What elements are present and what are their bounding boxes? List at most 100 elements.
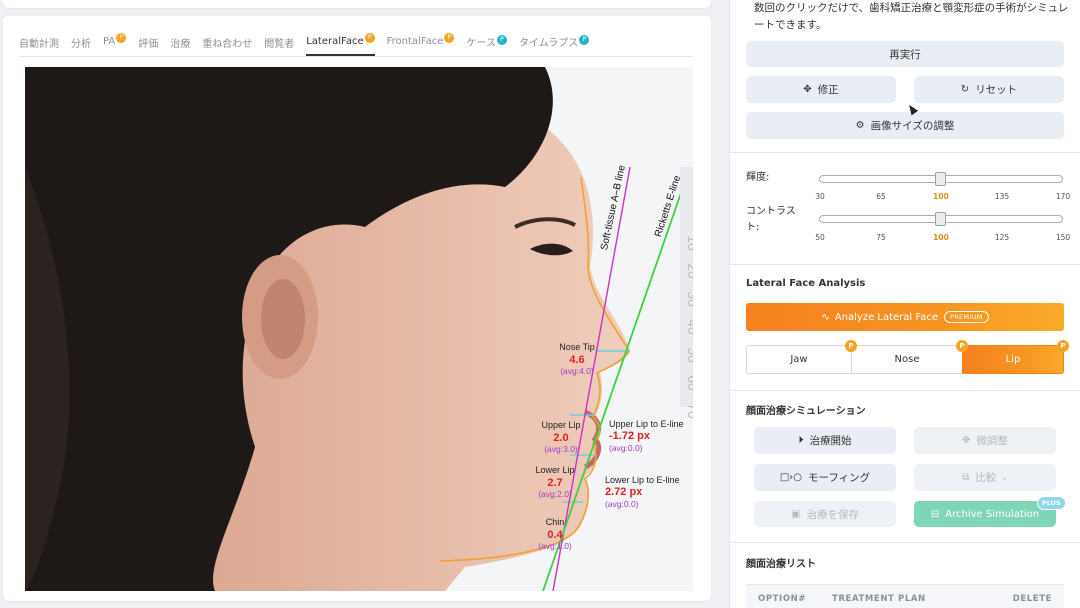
- tab-viewer[interactable]: 閲覧者: [264, 33, 294, 50]
- nose-tip-value: 4.6: [569, 354, 585, 366]
- upper-lip-avg: (avg:3.0): [544, 444, 578, 454]
- resize-label: 画像サイズの調整: [870, 120, 955, 132]
- chin-label: Chin: [545, 517, 565, 527]
- premium-badge: P: [1057, 340, 1069, 352]
- ruler-tick: 70: [684, 403, 693, 419]
- edit-label: 修正: [817, 84, 839, 96]
- tab-pa[interactable]: PA P: [103, 33, 127, 48]
- brightness-slider-thumb[interactable]: [935, 172, 946, 186]
- tab-case[interactable]: ケース P: [466, 32, 507, 50]
- premium-badge: P: [956, 340, 968, 352]
- plus-tag: PLUS: [1037, 496, 1066, 510]
- ear-inner: [261, 279, 305, 359]
- ruler-tick: 10: [684, 235, 693, 251]
- upper-lip-eline-label: Upper Lip to E-line: [609, 419, 684, 429]
- tab-label: 自動計測: [19, 38, 59, 50]
- brightness-tick: 30: [815, 192, 825, 201]
- panel-description: 数回のクリックだけで、歯科矯正治療と顎変形症の手術がシミュレートできます。: [754, 2, 1069, 31]
- premium-tag: PREMIUM: [944, 311, 989, 323]
- refresh-icon: ↻: [960, 84, 970, 95]
- tab-analysis[interactable]: 分析: [71, 33, 91, 50]
- save-treatment-button[interactable]: ▣ 治療を保存: [754, 501, 896, 527]
- plus-badge: P: [579, 35, 590, 45]
- tab-label: 分析: [71, 38, 91, 50]
- morph-label: モーフィング: [808, 472, 871, 484]
- contrast-tick: 150: [1055, 233, 1071, 242]
- simulation-title: 顔面治療シミュレーション: [746, 406, 866, 417]
- upper-lip-eline-avg: (avg:0.0): [609, 443, 643, 453]
- fine-adjust-button[interactable]: ✥ 微調整: [914, 427, 1056, 454]
- lower-lip-eline-label: Lower Lip to E-line: [605, 475, 680, 485]
- analyze-label: Analyze Lateral Face: [834, 311, 938, 323]
- column-treatment-plan: TREATMENT PLAN: [832, 593, 926, 604]
- premium-badge: P: [845, 340, 857, 352]
- divider: [730, 264, 1080, 265]
- archive-simulation-button[interactable]: ⊟ Archive Simulation: [914, 501, 1056, 527]
- reset-button[interactable]: ↻ リセット: [914, 76, 1064, 103]
- chevron-down-icon: ⌄: [1001, 473, 1008, 482]
- archive-icon: ⊟: [930, 508, 940, 520]
- tab-frontal-face[interactable]: FrontalFace P: [387, 33, 455, 48]
- resize-image-button[interactable]: ⚙ 画像サイズの調整: [746, 112, 1064, 139]
- segment-nose[interactable]: Nose: [851, 345, 963, 374]
- premium-badge: P: [364, 33, 375, 43]
- tab-lateral-face[interactable]: LateralFace P: [306, 33, 375, 56]
- segment-lip[interactable]: Lip: [962, 345, 1064, 374]
- tab-label: PA: [103, 36, 116, 47]
- analyze-lateral-face-button[interactable]: ∿ Analyze Lateral Face PREMIUM: [746, 303, 1064, 331]
- morph-icon: □›○: [779, 472, 802, 483]
- save-icon: ▣: [791, 508, 801, 520]
- contrast-tick-current: 100: [933, 233, 949, 242]
- lower-lip-label: Lower Lip: [535, 465, 575, 475]
- premium-badge: P: [116, 33, 127, 43]
- segment-label: Jaw: [790, 354, 808, 365]
- play-icon: ⏵: [798, 435, 804, 446]
- start-treatment-button[interactable]: ⏵ 治療開始: [754, 427, 896, 454]
- tab-label: 閲覧者: [264, 38, 295, 50]
- lateral-face-photo[interactable]: Soft-tissue A–B line Ricketts E-line 10 …: [25, 67, 693, 591]
- contrast-slider-thumb[interactable]: [935, 212, 946, 226]
- ruler: [680, 167, 693, 407]
- upper-lip-label: Upper Lip: [541, 420, 581, 430]
- segment-jaw[interactable]: Jaw: [746, 345, 852, 374]
- pulse-icon: ∿: [821, 311, 830, 323]
- treatment-table-header: OPTION# TREATMENT PLAN DELETE: [746, 584, 1064, 608]
- tab-label: 重ね合わせ: [202, 38, 253, 50]
- ruler-tick: 40: [684, 319, 693, 335]
- upper-lip-value: 2.0: [553, 432, 569, 444]
- copy-icon: ⧉: [962, 472, 970, 483]
- start-label: 治療開始: [809, 435, 852, 447]
- contrast-label: コントラスト:: [746, 206, 796, 233]
- chin-value: 0.4: [547, 529, 563, 541]
- rerun-button[interactable]: 再実行: [746, 41, 1064, 67]
- ruler-tick: 60: [684, 375, 693, 391]
- nose-tip-avg: (avg:4.0): [560, 366, 594, 376]
- edit-button[interactable]: ✥ 修正: [746, 76, 896, 103]
- tab-label: タイムラプス: [518, 38, 579, 49]
- tab-auto-measure[interactable]: 自動計測: [19, 33, 59, 50]
- lower-lip-avg: (avg:2.0): [538, 489, 572, 499]
- ruler-tick: 20: [684, 263, 693, 279]
- contrast-tick: 125: [994, 233, 1010, 242]
- sliders-icon: ⚙: [855, 120, 865, 131]
- morphing-button[interactable]: □›○ モーフィング: [754, 464, 896, 491]
- segment-label: Lip: [1005, 354, 1021, 365]
- tab-treatment[interactable]: 治療: [170, 33, 190, 50]
- brightness-tick: 170: [1055, 192, 1071, 201]
- brightness-tick: 135: [994, 192, 1010, 201]
- treatment-list-title: 顔面治療リスト: [746, 559, 816, 570]
- tab-label: LateralFace: [306, 36, 364, 47]
- ruler-tick: 30: [684, 291, 693, 307]
- tab-label: ケース: [466, 38, 496, 49]
- divider: [730, 542, 1080, 543]
- tab-evaluation[interactable]: 評価: [138, 33, 158, 50]
- nose-tip-label: Nose Tip: [559, 342, 595, 352]
- ruler-tick: 50: [684, 347, 693, 363]
- brightness-label: 輝度:: [746, 172, 770, 183]
- compare-button[interactable]: ⧉ 比較 ⌄: [914, 464, 1056, 491]
- brightness-tick: 65: [876, 192, 886, 201]
- brightness-tick-current: 100: [933, 192, 949, 201]
- save-label: 治療を保存: [806, 508, 859, 521]
- tab-superimpose[interactable]: 重ね合わせ: [202, 33, 252, 50]
- tab-timelapse[interactable]: タイムラプス P: [518, 32, 590, 50]
